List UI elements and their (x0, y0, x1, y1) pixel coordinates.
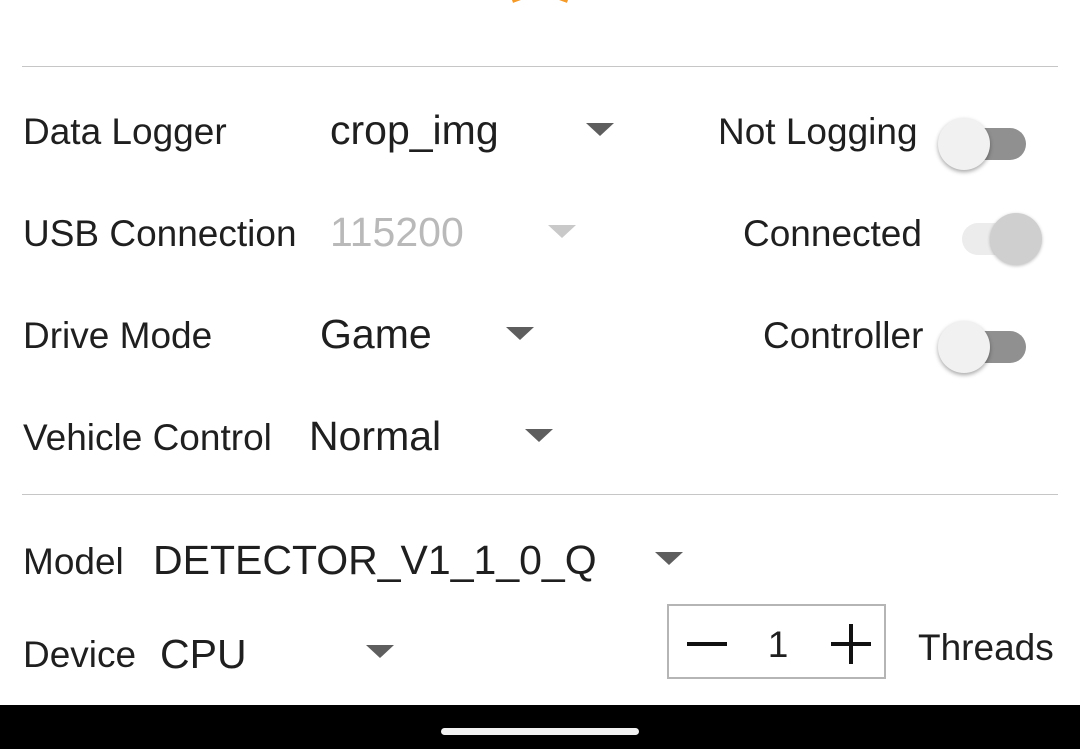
threads-label: Threads (918, 627, 1054, 668)
connection-status-label: Connected (743, 213, 922, 254)
drive-mode-label: Drive Mode (23, 315, 213, 356)
chevron-down-icon (586, 123, 614, 136)
device-spinner[interactable]: CPU (148, 622, 408, 686)
vehicle-control-value: Normal (309, 413, 442, 459)
divider-top (22, 66, 1058, 67)
usb-connection-label: USB Connection (23, 213, 297, 254)
device-value: CPU (160, 631, 247, 677)
chevron-down-icon (655, 552, 683, 565)
chevron-down-icon (506, 327, 534, 340)
logging-toggle[interactable] (938, 111, 1030, 170)
vehicle-control-spinner[interactable]: Normal (297, 406, 567, 470)
chevron-down-icon (366, 645, 394, 658)
data-logger-spinner[interactable]: crop_img (318, 100, 628, 164)
connection-toggle[interactable] (948, 206, 1042, 265)
model-spinner[interactable]: DETECTOR_V1_1_0_Q (141, 528, 701, 592)
threads-count: 1 (767, 624, 789, 665)
usb-baudrate-spinner[interactable]: 115200 (318, 202, 588, 266)
data-logger-value: crop_img (330, 107, 499, 153)
logging-status-label: Not Logging (718, 111, 918, 152)
home-gesture-handle[interactable] (441, 728, 639, 735)
controller-status-label: Controller (763, 315, 924, 356)
usb-baudrate-value: 115200 (330, 209, 464, 255)
controller-toggle[interactable] (938, 314, 1030, 373)
threads-stepper: 1 (667, 604, 886, 679)
model-label: Model (23, 541, 124, 582)
drive-mode-value: Game (320, 311, 432, 357)
chevron-down-icon (525, 429, 553, 442)
model-value: DETECTOR_V1_1_0_Q (153, 537, 597, 583)
threads-decrement-button[interactable] (669, 606, 743, 677)
threads-increment-button[interactable] (813, 606, 887, 677)
data-logger-label: Data Logger (23, 111, 227, 152)
divider-middle (22, 494, 1058, 495)
navigation-bar (0, 705, 1080, 749)
hexagon-logo-icon (512, 0, 568, 3)
drive-mode-spinner[interactable]: Game (308, 304, 548, 368)
chevron-down-icon (548, 225, 576, 238)
device-label: Device (23, 634, 137, 675)
vehicle-control-label: Vehicle Control (23, 417, 272, 458)
minus-icon (687, 642, 727, 646)
